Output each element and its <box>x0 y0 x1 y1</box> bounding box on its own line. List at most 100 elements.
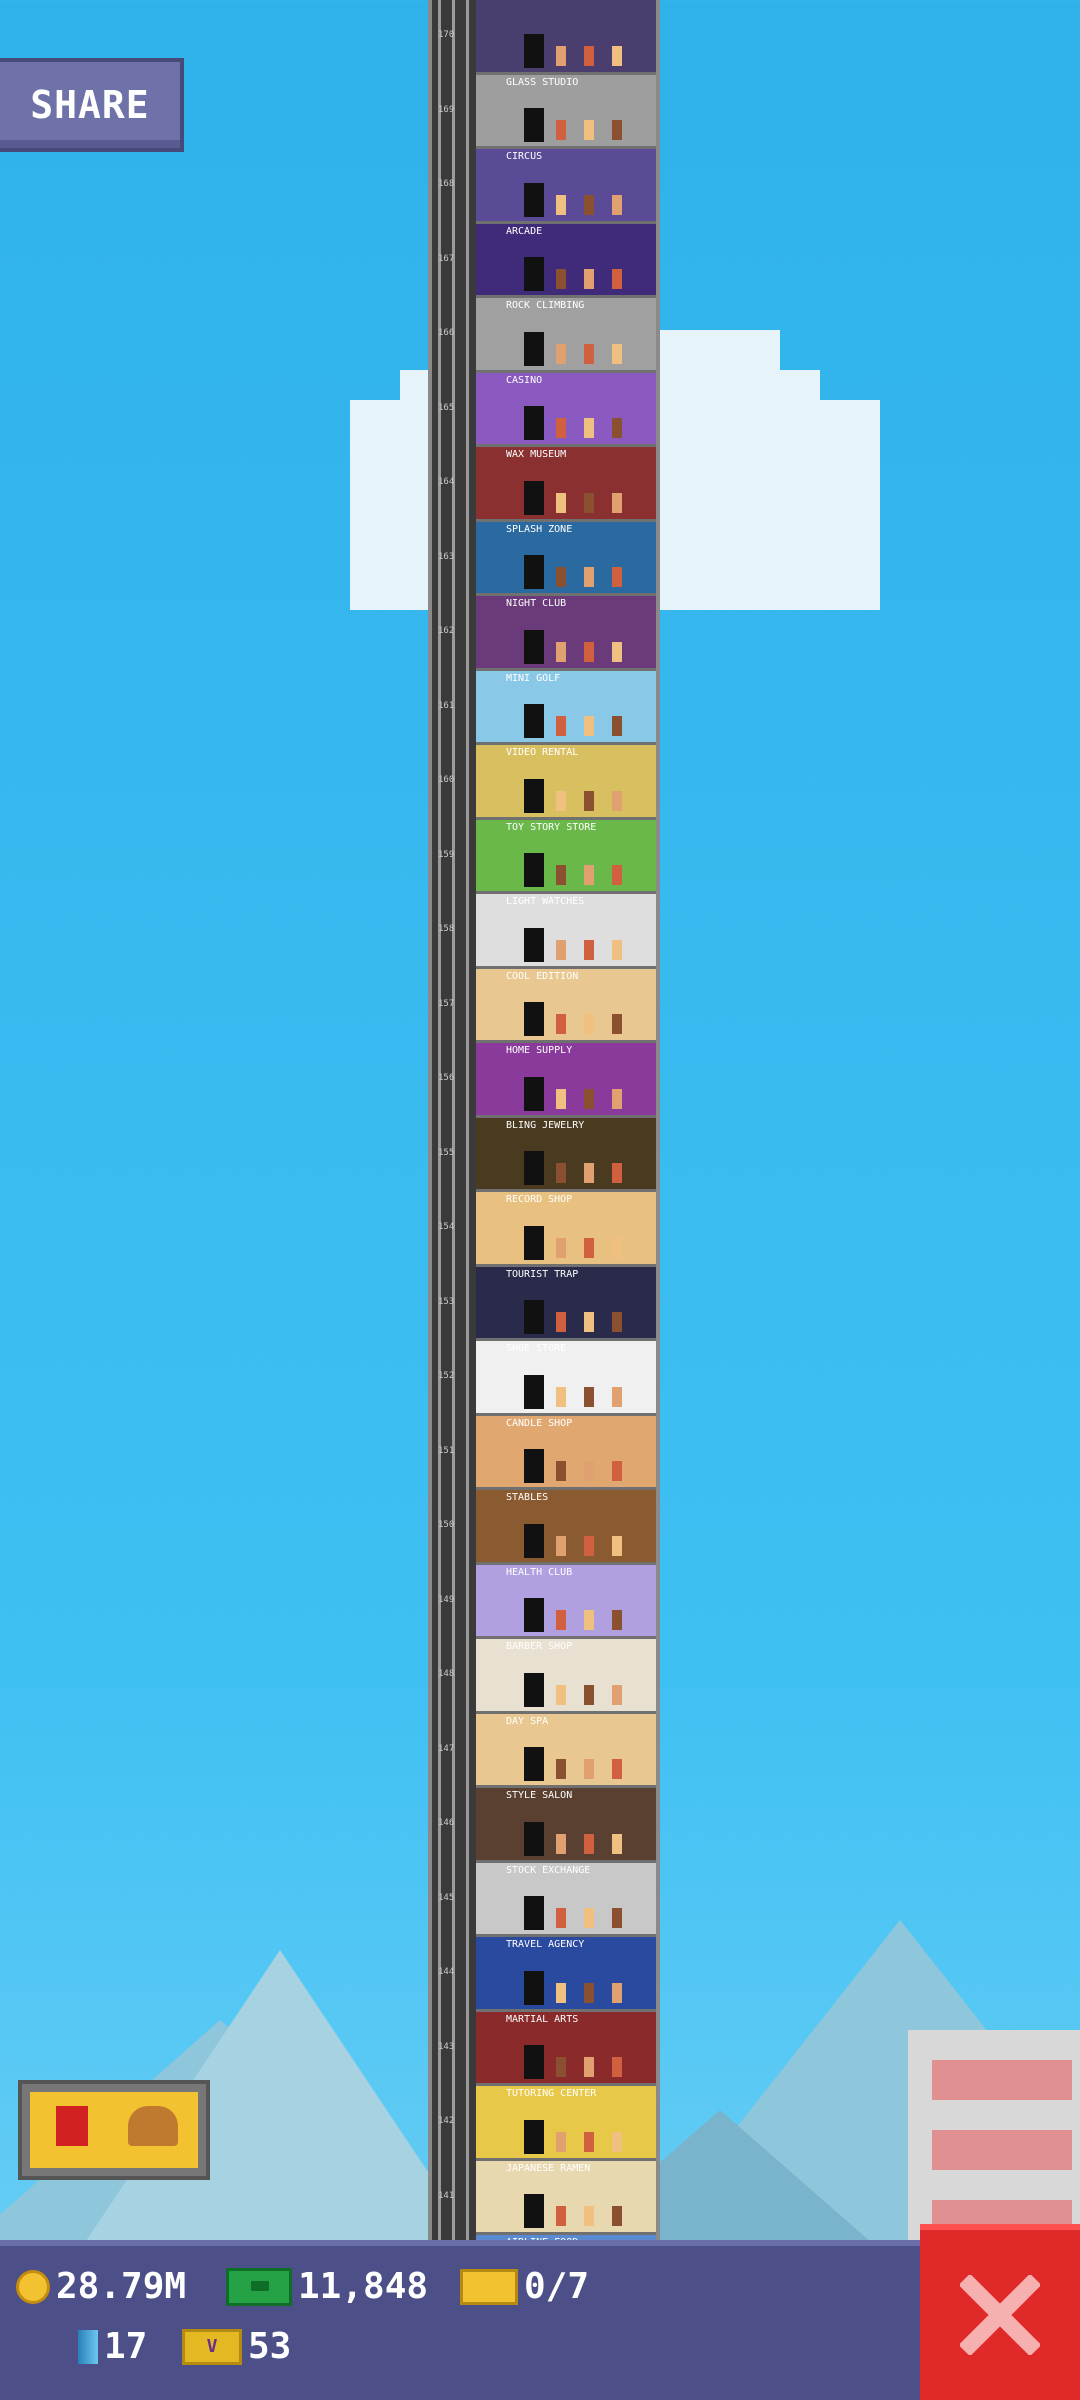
floor-item[interactable]: TOURIST TRAP 153 <box>438 1266 656 1341</box>
bitizen-icon <box>612 343 622 364</box>
bitizen-icon <box>584 716 594 736</box>
bitizen-icon <box>556 1163 566 1183</box>
bux-icon <box>226 2267 292 2306</box>
elevator-door <box>524 1300 544 1334</box>
resource-bar: 28.79M 11,848 0/7 17 V 53 <box>0 2240 1080 2400</box>
floor-item[interactable]: STABLES 150 <box>438 1490 656 1565</box>
bitizen-icon <box>584 1014 594 1034</box>
bitizen-icon <box>612 567 622 587</box>
floor-number: 149 <box>438 1594 455 1605</box>
floor-item[interactable]: TRAVEL AGENCY 144 <box>438 1937 656 2012</box>
floor-item[interactable]: SPLASH ZONE 163 <box>438 521 656 596</box>
floor-item[interactable]: HEALTH CLUB 149 <box>438 1564 656 1639</box>
bitizen-icon <box>612 269 622 289</box>
floor-name: LIGHT WATCHES <box>506 896 585 907</box>
share-button[interactable]: SHARE <box>0 58 184 152</box>
floor-item[interactable]: GLASS STUDIO 169 <box>438 74 656 149</box>
bitizen-icon <box>584 2206 594 2226</box>
floor-number: 161 <box>438 700 455 711</box>
floor-number: 169 <box>438 104 455 115</box>
floor-item[interactable]: ARCADE 167 <box>438 223 656 298</box>
bitizen-icon <box>584 1610 594 1630</box>
floor-item[interactable]: RECORD SHOP 154 <box>438 1192 656 1267</box>
billboard <box>18 2080 210 2180</box>
bitizen-icon <box>584 120 594 140</box>
floor-item[interactable]: ROCK CLIMBING 166 <box>438 298 656 373</box>
bitizen-icon <box>612 120 622 140</box>
bitizen-icon <box>556 790 566 811</box>
floor-name: SHOE STORE <box>506 1343 567 1354</box>
bitizen-icon <box>556 1759 566 1779</box>
bitizen-icon <box>584 1982 594 2003</box>
floor-item[interactable]: LIGHT WATCHES 158 <box>438 894 656 969</box>
bitizen-icon <box>612 1088 622 1109</box>
floor-number: 152 <box>438 1371 455 1381</box>
cylinder-icon <box>78 2329 98 2364</box>
close-button[interactable] <box>920 2224 1080 2400</box>
bitizen-icon <box>584 492 594 513</box>
bitizen-icon <box>556 1088 566 1109</box>
floor-item[interactable]: CANDLE SHOP 151 <box>438 1415 656 1490</box>
floor-name: RECORD SHOP <box>506 1194 573 1205</box>
floor-item[interactable]: BARBER SHOP 148 <box>438 1639 656 1714</box>
floor-number: 153 <box>438 1296 455 1307</box>
floor-item[interactable]: HOME SUPPLY 156 <box>438 1043 656 1118</box>
floor-number: 158 <box>438 924 455 934</box>
floor-number: 157 <box>438 998 455 1009</box>
elevator-door <box>524 2194 544 2228</box>
floor-number: 154 <box>438 1222 455 1232</box>
elevator-door <box>524 853 544 887</box>
elevator-door <box>524 1672 544 1707</box>
floor-item[interactable]: STYLE SALON 146 <box>438 1788 656 1863</box>
bitizen-icon <box>584 1908 594 1928</box>
bitizen-icon <box>584 269 594 289</box>
floor-item[interactable]: JAPANESE RAMEN 141 <box>438 2160 656 2235</box>
bitizen-icon <box>556 194 566 215</box>
bitizen-icon <box>556 492 566 513</box>
floor-number: 160 <box>438 775 455 785</box>
bux-counter: 11,848 <box>226 2266 428 2307</box>
cylinders-counter: 17 <box>78 2326 147 2367</box>
bitizen-icon <box>584 790 594 811</box>
floor-item[interactable]: SHOE STORE 152 <box>438 1341 656 1416</box>
floor-item[interactable]: DAY SPA 147 <box>438 1713 656 1788</box>
elevator-door <box>524 1076 544 1111</box>
bitizen-icon <box>612 1312 622 1332</box>
floor-item[interactable]: MARTIAL ARTS 143 <box>438 2011 656 2086</box>
bitizen-icon <box>612 1237 622 1258</box>
bitizen-icon <box>556 2206 566 2226</box>
floor-name: WAX MUSEUM <box>506 449 567 460</box>
floor-item[interactable]: VIDEO RENTAL 160 <box>438 745 656 820</box>
floor-item[interactable]: TUTORING CENTER 142 <box>438 2086 656 2161</box>
elevator-door <box>524 108 544 142</box>
floor-number: 147 <box>438 1743 455 1754</box>
floor-item[interactable]: CIRCUS 168 <box>438 149 656 224</box>
elevator-door <box>524 1374 544 1409</box>
bitizen-icon <box>556 1610 566 1630</box>
floor-item[interactable]: MINI GOLF 161 <box>438 670 656 745</box>
floor-number: 143 <box>438 2041 455 2052</box>
floor-name: MINI GOLF <box>506 672 561 684</box>
floor-item[interactable]: TOY STORY STORE 159 <box>438 819 656 894</box>
floor-item[interactable]: BLING JEWELRY 155 <box>438 1117 656 1192</box>
floor-number: 141 <box>438 2190 455 2201</box>
floor-name: HEALTH CLUB <box>506 1566 573 1578</box>
bitizen-icon <box>612 790 622 811</box>
floor-item[interactable]: STOCK EXCHANGE 145 <box>438 1862 656 1937</box>
floor-item[interactable]: WAX MUSEUM 164 <box>438 447 656 522</box>
floor-item[interactable]: 170 <box>438 0 656 75</box>
floor-name: STABLES <box>506 1492 549 1503</box>
floor-item[interactable]: CASINO 165 <box>438 372 656 447</box>
tickets-counter: 0/7 <box>460 2266 589 2307</box>
floor-item[interactable]: NIGHT CLUB 162 <box>438 596 656 671</box>
tickets-value: 0/7 <box>524 2266 590 2307</box>
elevator-door <box>524 704 544 738</box>
floor-item[interactable]: COOL EDITION 157 <box>438 968 656 1043</box>
floor-name: TUTORING CENTER <box>506 2088 597 2099</box>
bitizen-icon <box>556 567 566 587</box>
floor-name: JAPANESE RAMEN <box>506 2162 591 2174</box>
elevator-door <box>524 2045 544 2079</box>
bitizen-icon <box>612 418 622 438</box>
elevator-door <box>524 1151 544 1185</box>
coins-counter: 28.79M <box>16 2266 186 2307</box>
